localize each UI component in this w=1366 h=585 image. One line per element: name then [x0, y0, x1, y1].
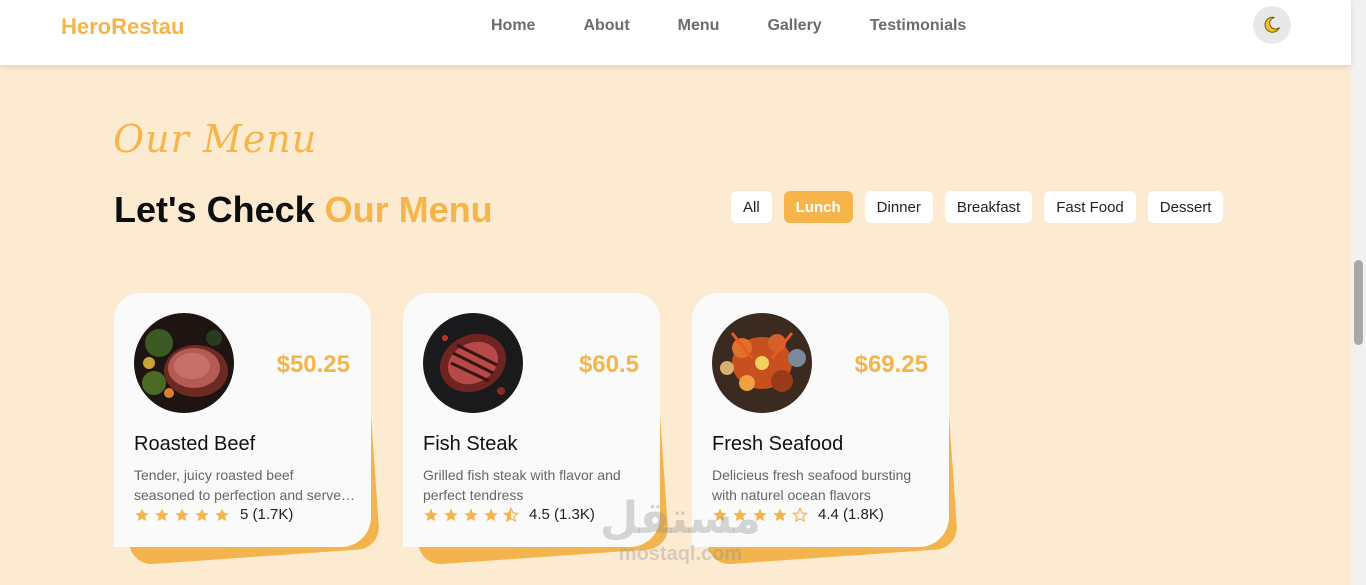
rating-text: 4.4 (1.8K)	[818, 506, 884, 523]
card-description: Tender, juicy roasted beef seasoned to p…	[134, 467, 349, 503]
nav-links: Home About Menu Gallery Testimonials	[491, 17, 1014, 35]
nav-link-about[interactable]: About	[583, 17, 629, 35]
card-price: $50.25	[276, 351, 350, 378]
menu-filters: All Lunch Dinner Breakfast Fast Food Des…	[731, 191, 1235, 223]
filter-breakfast[interactable]: Breakfast	[944, 191, 1033, 223]
card-price: $60.5	[578, 351, 639, 378]
rating-text: 4.5 (1.3K)	[529, 506, 595, 523]
scrollbar-thumb[interactable]	[1354, 260, 1363, 345]
watermark-latin: mostaql.com	[618, 543, 743, 565]
menu-card[interactable]: $50.25 Roasted Beef Tender, juicy roaste…	[114, 293, 381, 566]
watermark-arabic: مستقل	[600, 493, 761, 544]
watermark: مستقل mostaql.com	[600, 493, 761, 566]
navbar: HeroRestau Home About Menu Gallery Testi…	[0, 0, 1351, 65]
card-title: Fresh Seafood	[712, 433, 844, 455]
star-full-icon	[424, 507, 438, 521]
fish-steak-photo	[423, 313, 523, 413]
star-full-icon	[215, 507, 229, 521]
nav-link-gallery[interactable]: Gallery	[767, 17, 821, 35]
scrollbar[interactable]	[1351, 0, 1366, 585]
filter-fast-food[interactable]: Fast Food	[1044, 191, 1136, 223]
filter-dessert[interactable]: Dessert	[1147, 191, 1224, 223]
star-half-icon	[503, 506, 519, 522]
star-full-icon	[464, 507, 478, 521]
star-full-icon	[444, 507, 458, 521]
star-full-icon	[484, 507, 498, 521]
heading-main-text: Let's Check	[114, 189, 325, 230]
section-heading: Let's Check Our Menu	[114, 189, 493, 231]
brand-logo[interactable]: HeroRestau	[61, 14, 184, 40]
filter-all[interactable]: All	[731, 191, 772, 223]
star-full-icon	[195, 507, 209, 521]
card-title: Fish Steak	[423, 433, 518, 455]
nav-link-testimonials[interactable]: Testimonials	[870, 17, 967, 35]
seafood-photo	[712, 313, 812, 413]
nav-link-home[interactable]: Home	[491, 17, 535, 35]
card-title: Roasted Beef	[134, 433, 256, 455]
filter-dinner[interactable]: Dinner	[864, 191, 933, 223]
nav-link-menu[interactable]: Menu	[678, 17, 720, 35]
section-script-title: Our Menu	[113, 117, 318, 161]
star-full-icon	[135, 507, 149, 521]
star-full-icon	[175, 507, 189, 521]
card-rating: 5 (1.7K)	[134, 506, 293, 523]
card-rating: 4.5 (1.3K)	[423, 506, 595, 523]
star-full-icon	[773, 507, 787, 521]
star-empty-icon	[792, 506, 808, 522]
card-price: $69.25	[854, 351, 928, 378]
filter-lunch[interactable]: Lunch	[783, 191, 853, 223]
star-full-icon	[155, 507, 169, 521]
moon-icon	[1264, 16, 1280, 33]
roasted-beef-photo	[134, 313, 234, 413]
theme-toggle-button[interactable]	[1253, 6, 1291, 44]
card-body: $50.25 Roasted Beef Tender, juicy roaste…	[114, 293, 371, 547]
rating-text: 5 (1.7K)	[240, 506, 294, 523]
heading-accent-text: Our Menu	[324, 189, 493, 230]
